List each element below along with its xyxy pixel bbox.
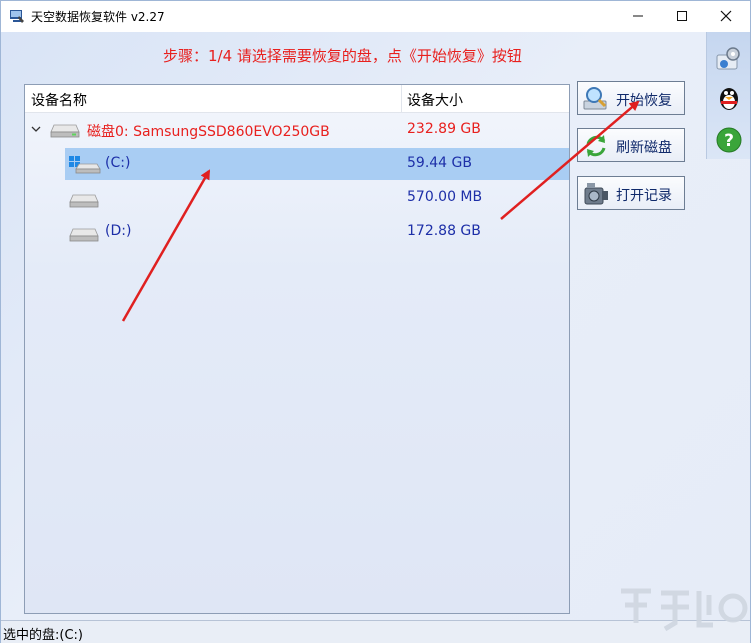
window-title: 天空数据恢复软件 v2.27: [31, 10, 165, 24]
qq-penguin-icon[interactable]: [715, 84, 743, 112]
row-label: 磁盘0: SamsungSSD860EVO250GB: [87, 124, 330, 140]
list-header: 设备名称 设备大小: [25, 85, 569, 113]
app-icon: [10, 10, 24, 23]
drive-icon: [69, 194, 99, 208]
hard-disk-icon: [50, 124, 80, 138]
table-row-c[interactable]: (C:) 59.44 GB: [25, 148, 569, 180]
open-log-button[interactable]: 打开记录: [577, 176, 685, 210]
row-size: 570.00 MB: [407, 189, 483, 205]
refresh-disk-label: 刷新磁盘: [616, 140, 672, 156]
column-divider[interactable]: [401, 85, 402, 113]
table-row-d[interactable]: (D:) 172.88 GB: [25, 216, 569, 248]
row-size: 59.44 GB: [407, 155, 472, 171]
column-header-size[interactable]: 设备大小: [407, 90, 463, 110]
row-size: 172.88 GB: [407, 223, 481, 239]
open-log-label: 打开记录: [616, 188, 672, 204]
minimize-icon: [633, 15, 643, 17]
refresh-icon: [586, 135, 606, 157]
start-recovery-label: 开始恢复: [616, 93, 672, 109]
table-row-partition[interactable]: 570.00 MB: [25, 182, 569, 214]
minimize-button[interactable]: [616, 1, 660, 31]
step-instruction: 步骤：1/4 请选择需要恢复的盘，点《开始恢复》按钮: [163, 47, 522, 65]
maximize-button[interactable]: [660, 1, 704, 31]
row-label: (D:): [105, 223, 132, 239]
settings-gears-icon[interactable]: [715, 45, 743, 73]
selection-highlight: [65, 148, 569, 180]
close-icon: [720, 10, 732, 22]
drive-icon: [69, 228, 99, 242]
magnifier-disk-icon: [583, 87, 607, 110]
maximize-icon: [677, 11, 687, 21]
help-icon[interactable]: ?: [715, 126, 743, 154]
device-list[interactable]: 设备名称 设备大小 磁盘0: SamsungSSD860EVO250GB 232…: [24, 84, 570, 614]
selected-disk-status: 选中的盘:(C:): [3, 628, 83, 643]
close-button[interactable]: [704, 1, 748, 31]
row-size: 232.89 GB: [407, 121, 481, 137]
svg-text:?: ?: [724, 131, 734, 151]
quick-tools-panel: ?: [706, 32, 750, 159]
client-area: 步骤：1/4 请选择需要恢复的盘，点《开始恢复》按钮 设备名称 设备大小 磁盘0…: [1, 32, 750, 643]
windows-drive-icon: [69, 156, 101, 174]
refresh-disk-button[interactable]: 刷新磁盘: [577, 128, 685, 162]
start-recovery-button[interactable]: 开始恢复: [577, 81, 685, 115]
table-row-disk0[interactable]: 磁盘0: SamsungSSD860EVO250GB 232.89 GB: [25, 114, 569, 146]
chevron-down-icon[interactable]: [31, 123, 41, 136]
title-bar[interactable]: 天空数据恢复软件 v2.27: [1, 1, 750, 32]
watermark-logo: [621, 588, 748, 632]
row-label: (C:): [105, 155, 131, 171]
column-header-name[interactable]: 设备名称: [31, 90, 87, 110]
app-window: 天空数据恢复软件 v2.27 步骤：1/4 请选择需要恢复的盘，点《开始恢复》按…: [0, 0, 751, 643]
camera-log-icon: [584, 183, 608, 205]
